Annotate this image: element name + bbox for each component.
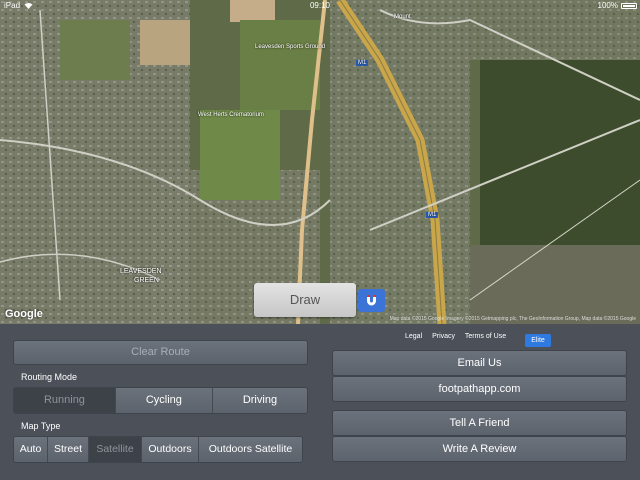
routing-cycling-option[interactable]: Cycling — [114, 388, 212, 413]
google-logo: Google — [5, 308, 43, 320]
m1-shield-upper: M1 — [356, 60, 369, 66]
draw-button[interactable]: Draw — [254, 283, 356, 317]
control-panel: Clear Route Routing Mode Running Cycling… — [0, 324, 640, 480]
map-type-satellite-option[interactable]: Satellite — [88, 437, 141, 462]
write-review-button[interactable]: Write A Review — [332, 436, 627, 462]
magnet-button[interactable] — [358, 289, 385, 312]
sports-ground-label: Leavesden Sports Ground — [255, 44, 326, 50]
status-bar: iPad 09:10 100% — [0, 0, 640, 12]
website-button[interactable]: footpathapp.com — [332, 376, 627, 402]
mount-label: Mount — [394, 14, 411, 20]
leavesden-label: LEAVESDEN — [120, 268, 162, 275]
privacy-link[interactable]: Privacy — [432, 333, 455, 340]
legal-link[interactable]: Legal — [405, 333, 422, 340]
routing-mode-label: Routing Mode — [21, 372, 78, 382]
clock: 09:10 — [309, 1, 331, 10]
elite-badge[interactable]: Elite — [525, 334, 551, 347]
map-type-outdoors-option[interactable]: Outdoors — [141, 437, 198, 462]
map-type-control: Auto Street Satellite Outdoors Outdoors … — [13, 436, 303, 463]
routing-mode-control: Running Cycling Driving — [13, 387, 308, 414]
m1-shield-lower: M1 — [426, 212, 439, 218]
tell-a-friend-button[interactable]: Tell A Friend — [332, 410, 627, 436]
battery-icon — [621, 3, 637, 9]
routing-driving-option[interactable]: Driving — [211, 388, 307, 413]
magnet-icon — [367, 295, 376, 306]
routing-running-option[interactable]: Running — [14, 388, 115, 413]
map-type-label: Map Type — [21, 421, 61, 431]
clear-route-button[interactable]: Clear Route — [13, 340, 308, 365]
terms-link[interactable]: Terms of Use — [465, 333, 506, 340]
map-type-street-option[interactable]: Street — [47, 437, 88, 462]
green-label: GREEN — [134, 277, 159, 284]
email-us-button[interactable]: Email Us — [332, 350, 627, 376]
satellite-map[interactable]: Leavesden Sports Ground West Herts Crema… — [0, 0, 640, 324]
map-attribution[interactable]: Map data ©2015 Google Imagery ©2015 Getm… — [390, 316, 636, 322]
map-type-auto-option[interactable]: Auto — [14, 437, 47, 462]
footer-links: Legal Privacy Terms of Use — [405, 333, 514, 340]
crematorium-label: West Herts Crematorium — [198, 112, 264, 118]
battery-percent: 100% — [597, 1, 618, 10]
map-type-outdoors-satellite-option[interactable]: Outdoors Satellite — [198, 437, 302, 462]
